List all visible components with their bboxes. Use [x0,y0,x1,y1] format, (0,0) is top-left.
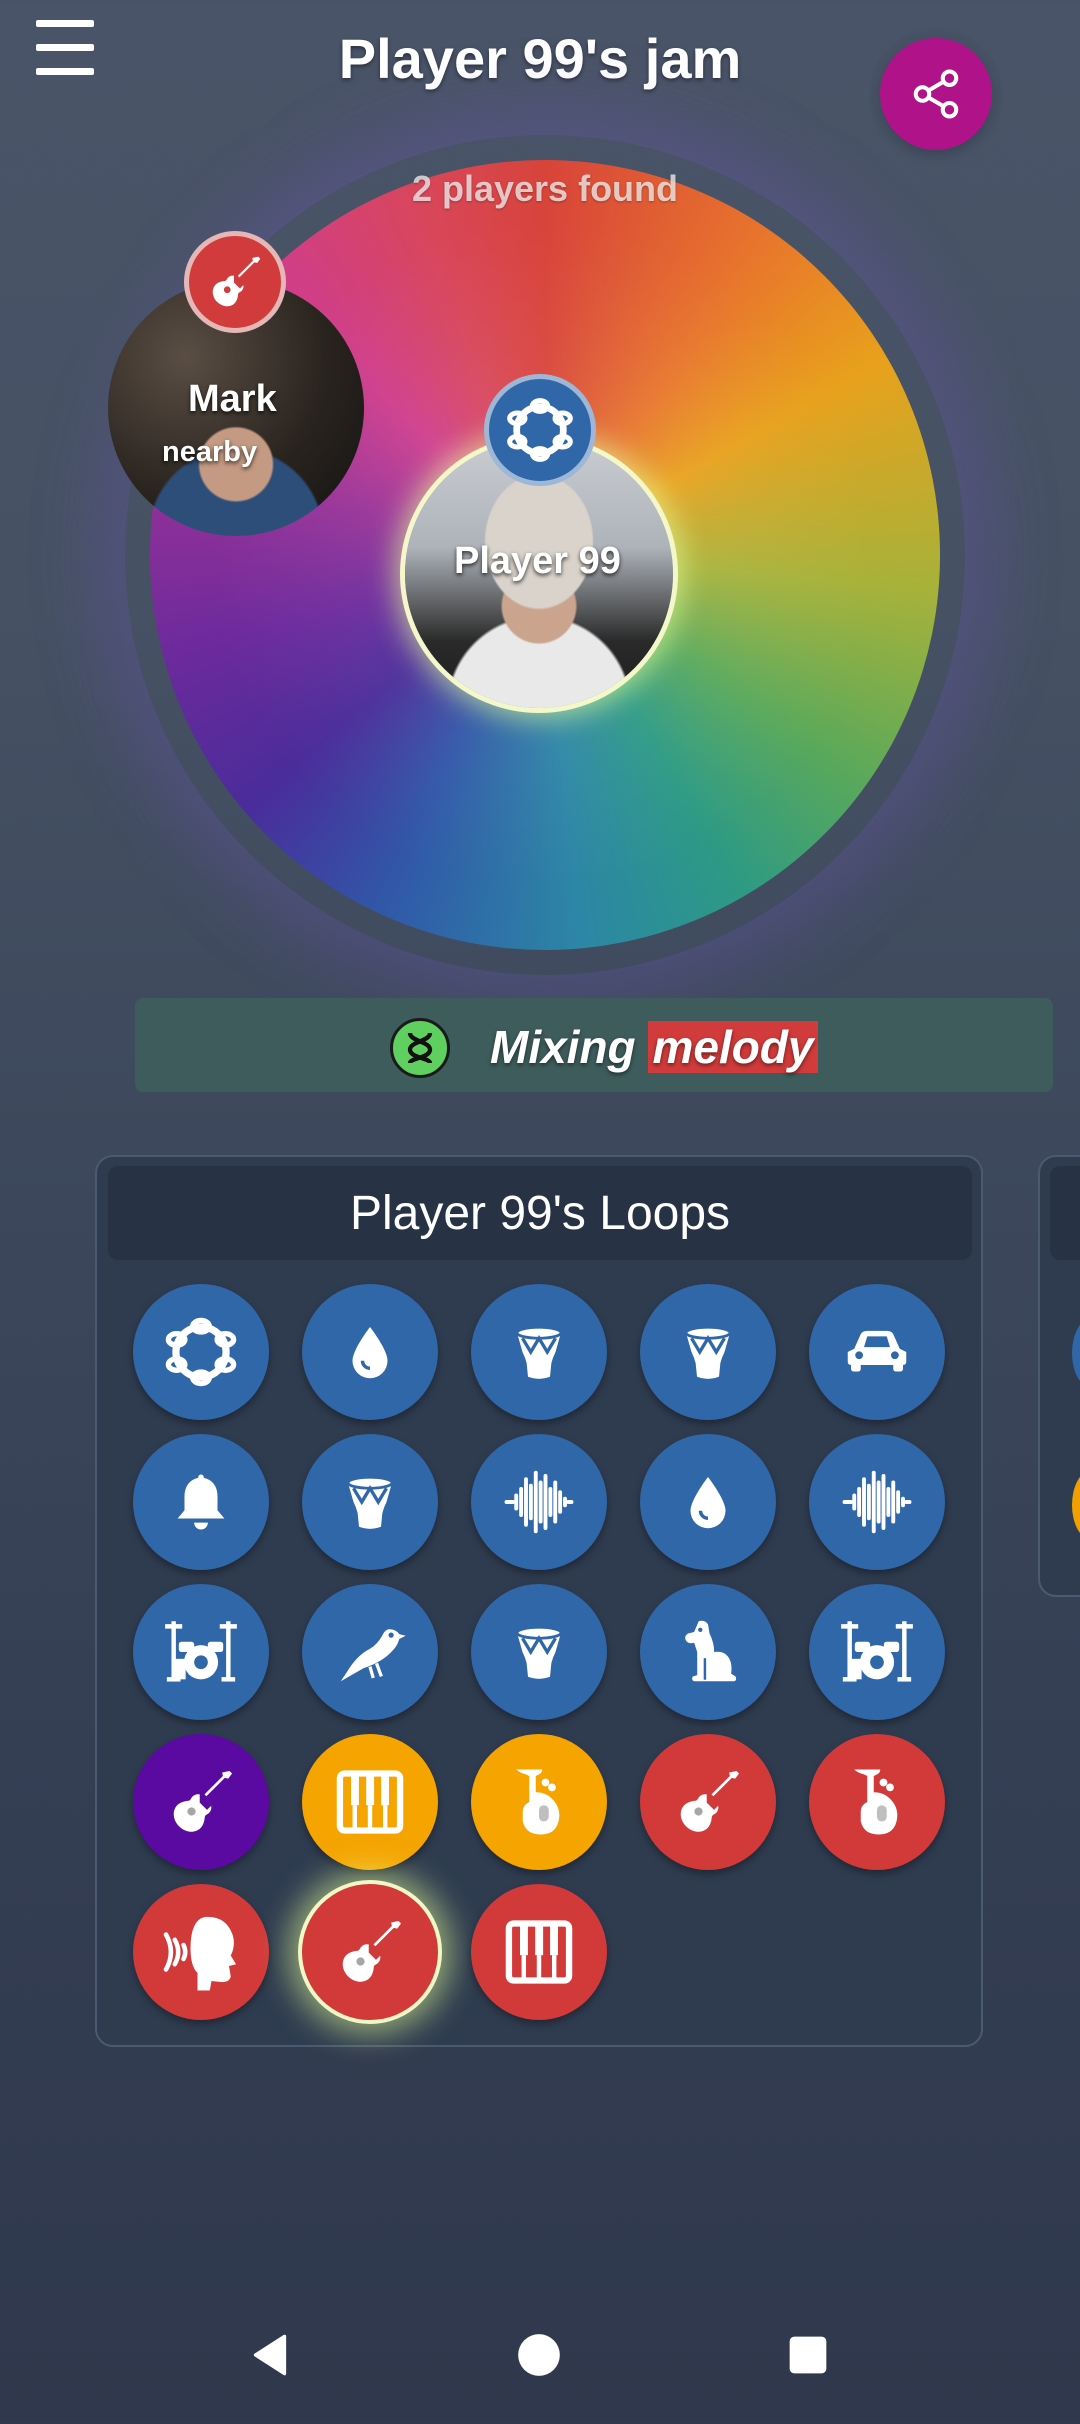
loop-button[interactable] [133,1284,269,1420]
player-name-player-99: Player 99 [454,540,621,582]
drum-kit-icon [160,1611,242,1693]
share-button[interactable] [880,38,992,150]
bird-icon [331,1613,409,1691]
loop-button[interactable] [302,1884,438,2020]
guitar-icon [163,1764,239,1840]
loop-button[interactable] [471,1284,607,1420]
loop-button[interactable] [809,1284,945,1420]
tuba-icon [838,1763,916,1841]
player-status-mark: nearby [162,436,258,468]
water-drop-icon [340,1322,400,1382]
loop-button[interactable] [302,1734,438,1870]
bell-icon [168,1469,234,1535]
loop-button[interactable] [640,1584,776,1720]
piano-keys-icon [501,1914,577,1990]
loop-button[interactable] [133,1434,269,1570]
next-player-panel-header [1050,1166,1080,1260]
water-drop-icon [678,1472,738,1532]
tambourine-icon [507,398,573,462]
loop-button[interactable] [640,1434,776,1570]
loop-button[interactable] [302,1584,438,1720]
loop-button[interactable] [809,1584,945,1720]
drum-icon [506,1319,572,1385]
waveform-icon [838,1463,916,1541]
loop-button[interactable] [640,1284,776,1420]
drum-icon [337,1469,403,1535]
instrument-badge-player-99 [484,374,596,486]
loop-button[interactable] [133,1734,269,1870]
nav-recents-button[interactable] [778,2325,838,2385]
piano-keys-icon [332,1764,408,1840]
instrument-badge-mark [184,231,286,333]
loop-button[interactable] [471,1884,607,2020]
nav-home-button[interactable] [509,2325,569,2385]
share-icon [913,69,959,119]
loop-button[interactable] [133,1884,269,2020]
loop-button[interactable] [133,1584,269,1720]
tuba-icon [500,1763,578,1841]
loop-button[interactable] [471,1434,607,1570]
mixing-highlight: melody [648,1021,818,1073]
drum-icon [506,1619,572,1685]
nav-back-button[interactable] [240,2325,300,2385]
loop-button[interactable] [302,1434,438,1570]
car-icon [838,1313,916,1391]
home-icon [518,2334,560,2376]
back-icon [253,2334,287,2376]
tambourine-icon [158,1309,244,1395]
player-name-mark: Mark [188,378,277,420]
recents-icon [789,2336,827,2374]
guitar-icon [212,256,261,307]
waveform-icon [500,1463,578,1541]
loop-button[interactable] [302,1284,438,1420]
loop-button[interactable] [471,1734,607,1870]
dog-icon [671,1615,745,1689]
drum-icon [675,1319,741,1385]
loop-button[interactable] [809,1434,945,1570]
guitar-icon [332,1914,408,1990]
loops-panel-title: Player 99's Loops [349,1187,731,1240]
mix-icon [390,1018,450,1078]
loop-button[interactable] [640,1734,776,1870]
drum-kit-icon [836,1611,918,1693]
mixing-label: Mixing [490,1021,636,1073]
guitar-icon [670,1764,746,1840]
voice-icon [159,1910,243,1994]
mixing-status: Mixing melody [490,1020,818,1074]
loop-button[interactable] [809,1734,945,1870]
loop-button[interactable] [471,1584,607,1720]
players-found-label: 2 players found [411,168,679,209]
